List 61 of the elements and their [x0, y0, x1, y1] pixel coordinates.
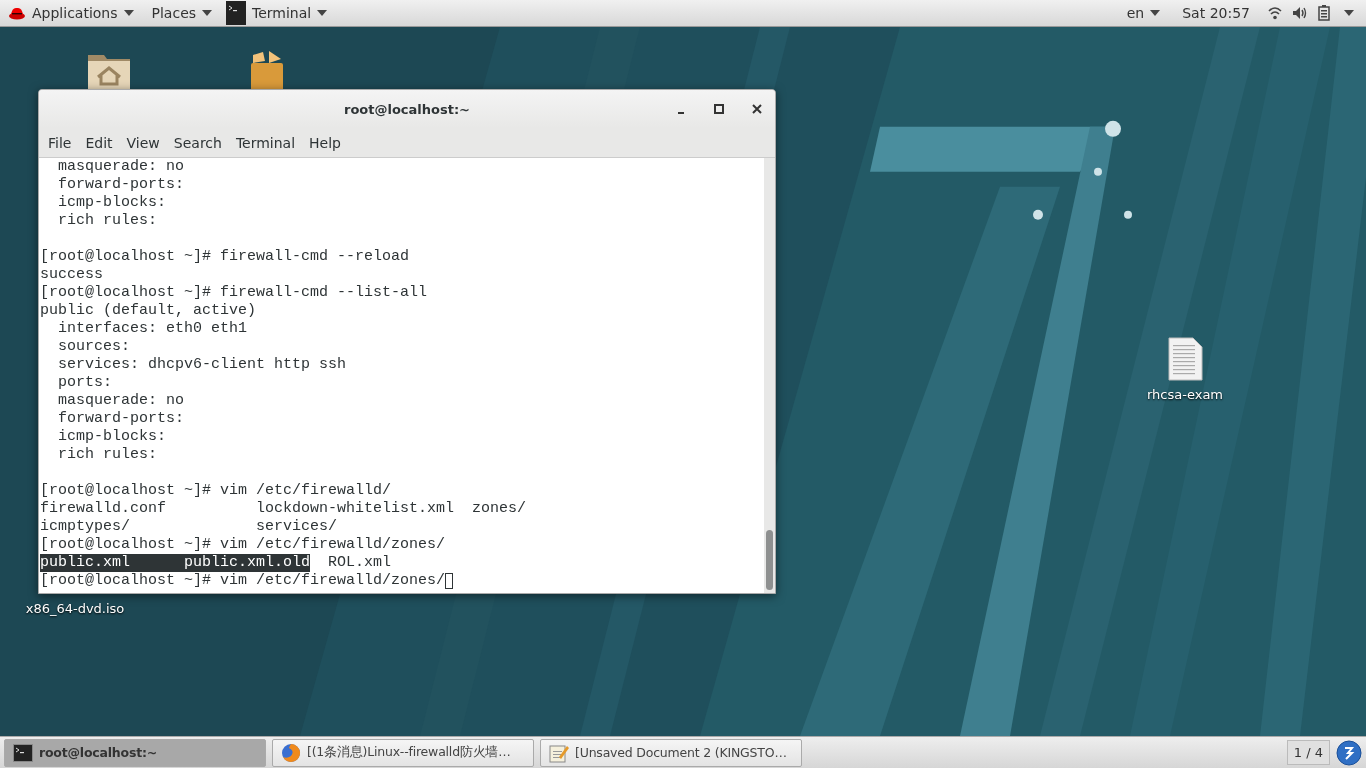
hat-icon: [8, 5, 26, 21]
terminal-line: sources:: [57, 338, 130, 356]
terminal-line: [root@localhost ~]# firewall-cmd --list-all: [40, 284, 428, 302]
caret-icon[interactable]: [1344, 10, 1354, 16]
caret-icon: [123, 10, 134, 16]
terminal-line: forward-ports:: [57, 176, 185, 194]
notification-icon[interactable]: [1336, 739, 1362, 766]
terminal-line: [root@localhost ~]# firewall-cmd --reload: [40, 248, 410, 266]
terminal-line: interfaces: eth0 eth1: [57, 320, 248, 338]
terminal-line: icmptypes/ services/: [40, 518, 338, 536]
window-title: root@localhost:~: [343, 101, 470, 117]
top-menu[interactable]: Places: [147, 0, 217, 26]
battery-icon[interactable]: [1318, 5, 1330, 21]
terminal-line: icmp-blocks:: [57, 194, 167, 212]
workspace-pager[interactable]: 1 / 4: [1286, 740, 1330, 765]
menu-item[interactable]: Terminal: [228, 134, 303, 151]
scroll-thumb[interactable]: [766, 530, 773, 590]
terminal-line: success: [40, 266, 103, 284]
terminal-line: [root@localhost ~]# vim /etc/firewalld/zones/: [40, 572, 446, 590]
caret-icon: [1150, 10, 1161, 16]
terminal-line: masquerade: no: [57, 392, 185, 410]
top-menu[interactable]: Applications: [4, 0, 138, 26]
selected-text: public.xml public.xml.old: [40, 554, 311, 572]
menu-item[interactable]: Search: [166, 134, 229, 151]
terminal-line: masquerade: no: [57, 158, 185, 176]
caret-icon: [317, 10, 328, 16]
volume-icon[interactable]: [1292, 6, 1308, 20]
clock[interactable]: Sat 20:57: [1182, 5, 1250, 21]
terminal-line: services: dhcpv6-client http ssh: [57, 356, 347, 374]
menu-item[interactable]: Edit: [78, 134, 120, 151]
wifi-icon[interactable]: [1268, 6, 1282, 20]
top-menu[interactable]: Terminal: [226, 0, 332, 26]
notepad-icon: [549, 742, 569, 763]
taskbar-button[interactable]: [(1条消息)Linux--firewalld防火墙…: [272, 738, 534, 767]
terminal-line: firewalld.conf lockdown-whitelist.xml zones/: [40, 500, 527, 518]
menu-item[interactable]: Help: [302, 134, 348, 151]
package-icon[interactable]: [249, 51, 285, 91]
terminal-line: ports:: [57, 374, 112, 392]
keyboard-layout-menu[interactable]: en: [1122, 0, 1165, 26]
terminal-line: [root@localhost ~]# vim /etc/firewalld/zones/: [40, 536, 446, 554]
terminal-line: rich rules:: [57, 212, 158, 230]
caret-icon: [202, 10, 213, 16]
scrollbar[interactable]: [764, 158, 775, 593]
terminal-line: rich rules:: [57, 446, 158, 464]
taskbar-button[interactable]: [Unsaved Document 2 (KINGSTO…: [540, 738, 802, 767]
terminal-line: forward-ports:: [57, 410, 185, 428]
desktop-icon-label[interactable]: x86_64-dvd.iso: [25, 601, 125, 616]
close-icon[interactable]: [751, 103, 763, 115]
desktop-icon-label[interactable]: rhcsa-exam: [1147, 387, 1223, 402]
maximize-icon[interactable]: [713, 103, 725, 115]
menu-item[interactable]: File: [41, 134, 79, 151]
browser-icon: [281, 742, 301, 763]
terminal-line: [root@localhost ~]# vim /etc/firewalld/: [40, 482, 392, 500]
terminal-icon: [13, 743, 33, 762]
taskbar-button[interactable]: root@localhost:~: [4, 738, 266, 767]
document-icon[interactable]: [1167, 337, 1203, 381]
terminal-line: ROL.xml: [327, 554, 392, 572]
menu-item[interactable]: View: [119, 134, 167, 151]
terminal-line: public (default, active): [40, 302, 257, 320]
terminal-line: icmp-blocks:: [57, 428, 167, 446]
terminal-icon: [226, 1, 247, 25]
